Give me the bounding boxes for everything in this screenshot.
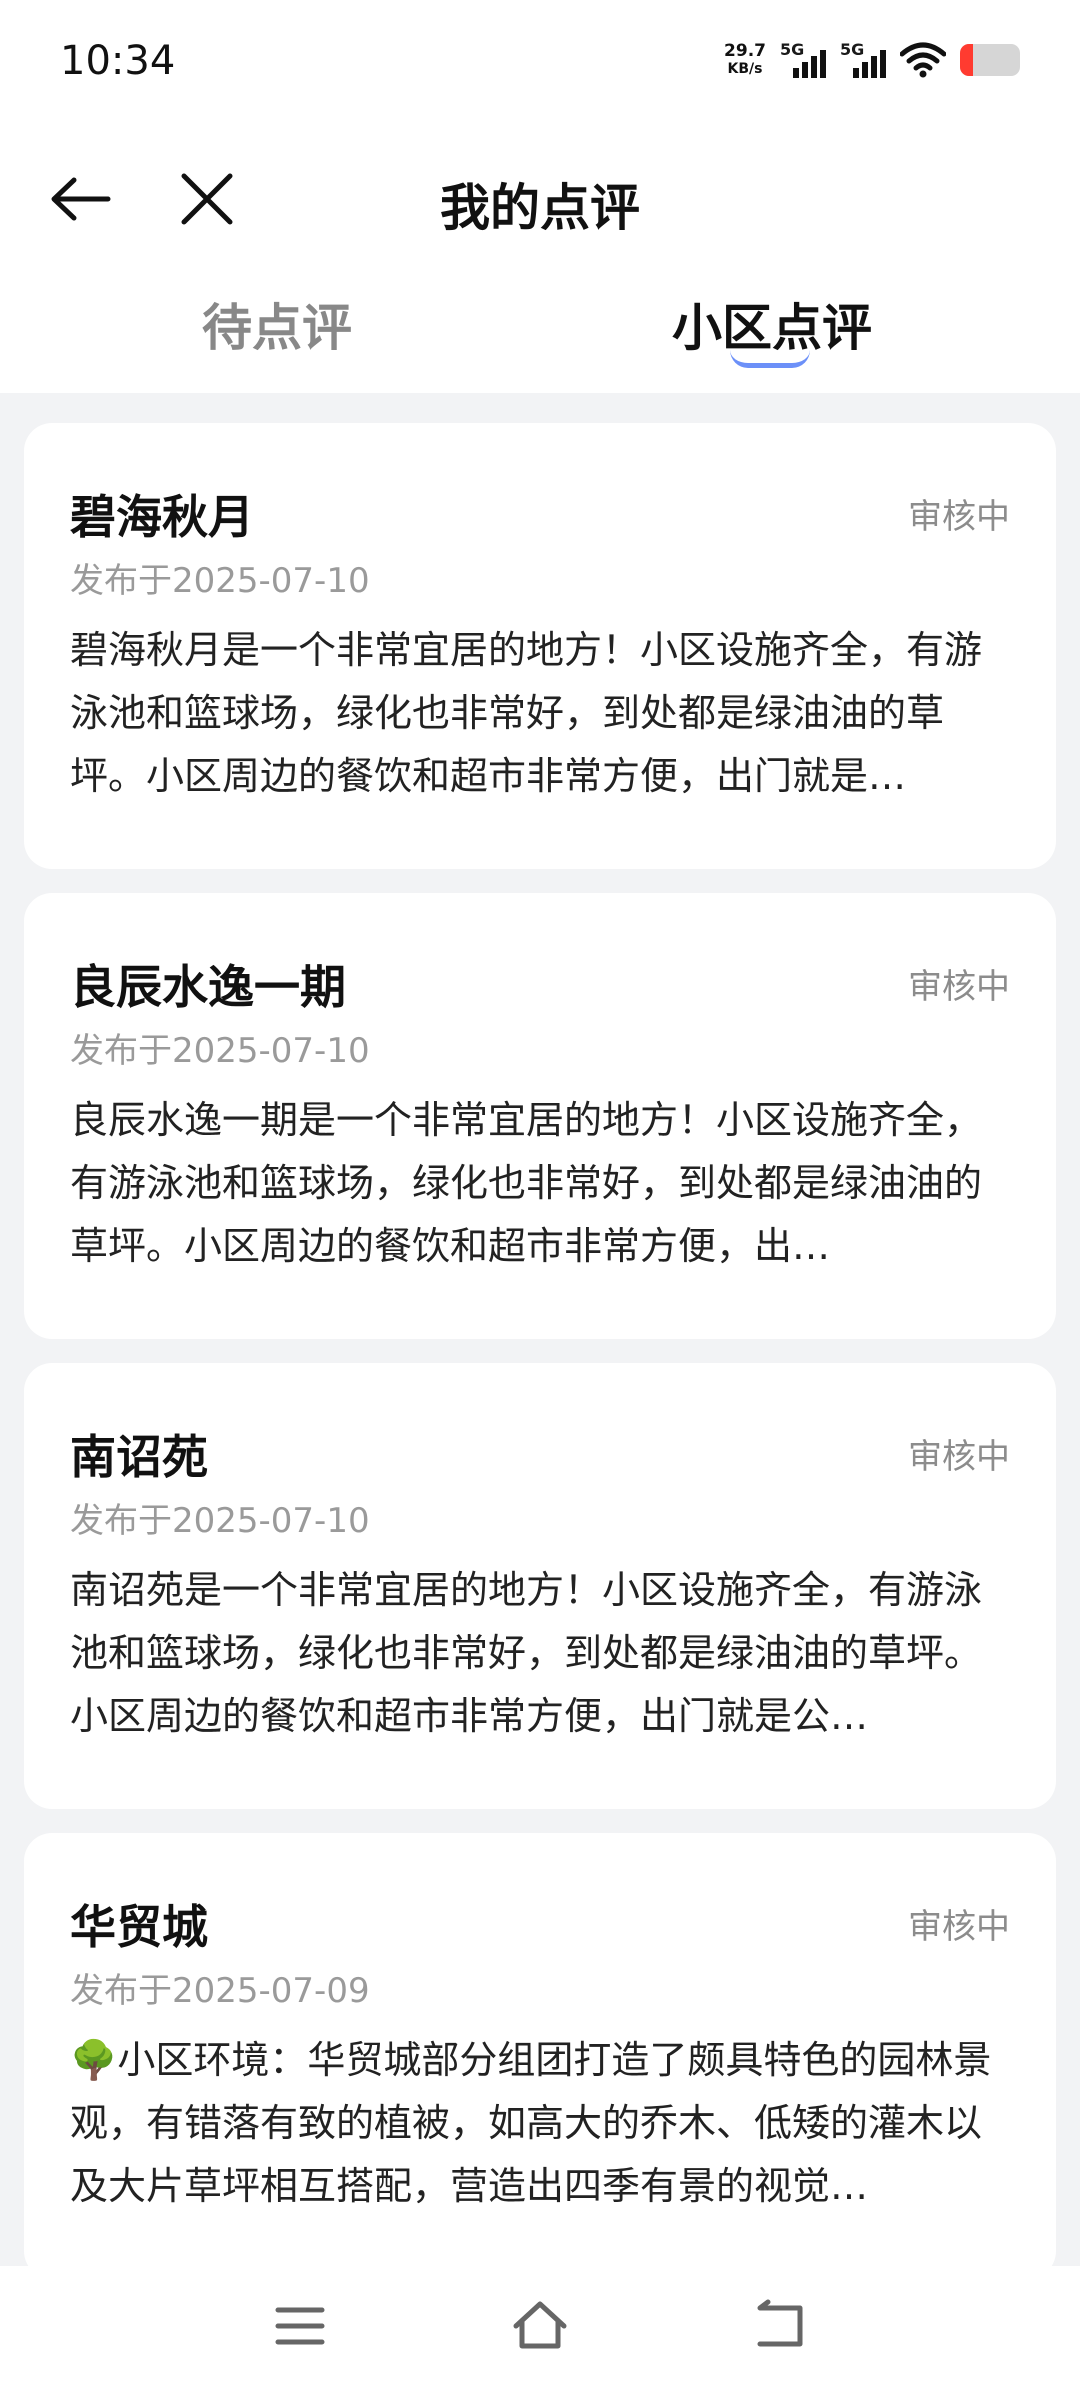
home-icon (513, 2301, 567, 2349)
cellular-signal-icon: 5G (840, 40, 886, 80)
back-icon (757, 2299, 803, 2347)
system-nav-bar (0, 2266, 1080, 2392)
network-speed-unit: KB/s (727, 61, 763, 77)
active-tab-indicator (730, 350, 810, 368)
community-name: 碧海秋月 (70, 490, 254, 544)
page-header: 我的点评 待点评 小区点评 (0, 128, 1080, 393)
back-nav-button[interactable] (750, 2296, 810, 2356)
review-card[interactable]: 良辰水逸一期 审核中 发布于2025-07-10 良辰水逸一期是一个非常宜居的地… (24, 893, 1056, 1339)
status-badge: 审核中 (908, 1437, 1010, 1477)
network-speed-value: 29.7 (724, 41, 766, 61)
review-card[interactable]: 南诏苑 审核中 发布于2025-07-10 南诏苑是一个非常宜居的地方！小区设施… (24, 1363, 1056, 1809)
status-badge: 审核中 (908, 967, 1010, 1007)
review-text: 南诏苑是一个非常宜居的地方！小区设施齐全，有游泳池和篮球场，绿化也非常好，到处都… (70, 1568, 983, 1738)
recent-apps-button[interactable] (270, 2296, 330, 2356)
review-card[interactable]: 碧海秋月 审核中 发布于2025-07-10 碧海秋月是一个非常宜居的地方！小区… (24, 423, 1056, 869)
publish-date: 发布于2025-07-10 (70, 1031, 370, 1071)
review-text: 碧海秋月是一个非常宜居的地方！小区设施齐全，有游泳池和篮球场，绿化也非常好，到处… (70, 628, 983, 798)
community-name: 良辰水逸一期 (70, 960, 346, 1014)
status-indicators: 29.7 KB/s 5G 5G (724, 40, 1020, 80)
review-text: 良辰水逸一期是一个非常宜居的地方！小区设施齐全，有游泳池和篮球场，绿化也非常好，… (70, 1098, 983, 1268)
cellular-signal-icon: 5G (780, 40, 826, 80)
page-title: 我的点评 (440, 179, 640, 237)
publish-date: 发布于2025-07-09 (70, 1971, 370, 2011)
publish-date: 发布于2025-07-10 (70, 561, 370, 601)
menu-icon (275, 2307, 325, 2345)
review-list: 碧海秋月 审核中 发布于2025-07-10 碧海秋月是一个非常宜居的地方！小区… (24, 423, 1056, 2303)
review-text: 🌳小区环境：华贸城部分组团打造了颇具特色的园林景观，有错落有致的植被，如高大的乔… (70, 2038, 992, 2208)
wifi-icon (900, 42, 946, 78)
network-speed: 29.7 KB/s (724, 42, 766, 78)
battery-level (960, 44, 974, 76)
status-badge: 审核中 (908, 497, 1010, 537)
status-badge: 审核中 (908, 1907, 1010, 1947)
community-name: 南诏苑 (70, 1430, 208, 1484)
review-card[interactable]: 华贸城 审核中 发布于2025-07-09 🌳小区环境：华贸城部分组团打造了颇具… (24, 1833, 1056, 2279)
status-time: 10:34 (60, 38, 176, 84)
tab-pending-review[interactable]: 待点评 (202, 288, 352, 360)
home-button[interactable] (510, 2296, 570, 2356)
publish-date: 发布于2025-07-10 (70, 1501, 370, 1541)
community-name: 华贸城 (70, 1900, 208, 1954)
status-bar: 10:34 29.7 KB/s 5G 5G (0, 0, 1080, 128)
battery-icon (960, 44, 1020, 76)
